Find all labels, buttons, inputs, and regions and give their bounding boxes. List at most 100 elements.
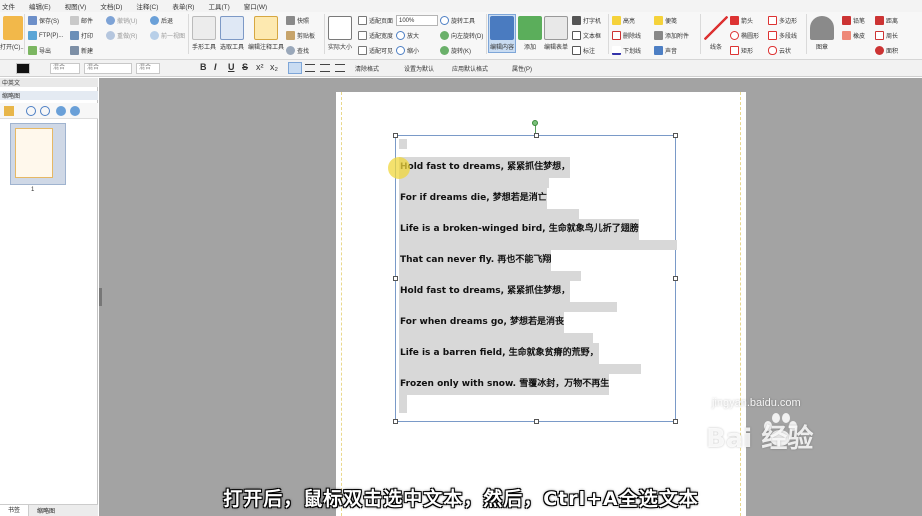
fit-width-button[interactable]: 适配宽度	[358, 31, 393, 40]
export-button[interactable]: 导出	[28, 46, 51, 55]
menu-form[interactable]: 表单(R)	[172, 1, 194, 11]
highlight-button[interactable]: 高亮	[612, 16, 635, 25]
rotation-handle[interactable]	[532, 120, 538, 126]
callout-button[interactable]: 标注	[572, 46, 595, 55]
eraser-button[interactable]: 橡皮	[842, 31, 865, 40]
zoom-in-thumb-icon[interactable]	[26, 106, 36, 116]
selected-text-box[interactable]: Hold fast to dreams, 紧紧抓住梦想， For if drea…	[393, 133, 678, 424]
align-left-button[interactable]	[288, 62, 302, 74]
resize-handle-w[interactable]	[393, 276, 398, 281]
resize-handle-sw[interactable]	[393, 419, 398, 424]
save-button[interactable]: 保存(S)	[28, 16, 59, 25]
back-button[interactable]: 后退	[150, 16, 173, 25]
underline-format-button[interactable]: U	[228, 62, 235, 72]
redo-button[interactable]: 重做(R)	[106, 31, 137, 40]
font-style-select[interactable]: 混合	[50, 63, 80, 74]
underline-button[interactable]: 下划线	[612, 46, 641, 55]
resize-handle-s[interactable]	[534, 419, 539, 424]
print-button[interactable]: 打印	[70, 31, 93, 40]
clipboard-button[interactable]: 剪贴板	[286, 31, 315, 40]
polygon-button[interactable]: 多边形	[768, 16, 797, 25]
area-button[interactable]: 面积	[875, 46, 898, 55]
typewriter-button[interactable]: 打字机	[572, 16, 601, 25]
menu-document[interactable]: 文档(D)	[100, 1, 122, 11]
open-button[interactable]: 打开(C)...	[0, 16, 25, 51]
menu-window[interactable]: 窗口(W)	[244, 1, 267, 11]
navigation-panel: 中英文 缩略图 1 书签 缩略图	[0, 78, 98, 516]
panel-tab[interactable]: 中英文	[0, 78, 98, 87]
italic-button[interactable]: I	[214, 62, 217, 72]
perimeter-button[interactable]: 周长	[875, 31, 898, 40]
stamp-button[interactable]: 图章	[810, 16, 834, 51]
polyline-button[interactable]: 多段线	[768, 31, 797, 40]
actual-size-button[interactable]: 实际大小	[328, 16, 352, 51]
rotate-tool-button[interactable]: 旋转工具	[440, 16, 475, 25]
textbox-button[interactable]: 文本框	[572, 31, 601, 40]
ftp-button[interactable]: FTP(P)...	[28, 31, 63, 40]
menu-edit[interactable]: 编辑(E)	[29, 1, 51, 11]
resize-handle-se[interactable]	[673, 419, 678, 424]
forward-button[interactable]: 前一视图	[150, 31, 185, 40]
snapshot-button[interactable]: 快照	[286, 16, 309, 25]
strike-format-button[interactable]: S	[242, 62, 248, 72]
font-size-select[interactable]: 混合	[136, 63, 160, 74]
panel-collapse-handle[interactable]	[99, 288, 102, 306]
edit-content-button[interactable]: 编辑内容	[488, 14, 517, 53]
bold-button[interactable]: B	[200, 62, 207, 72]
text-line: Hold fast to dreams, 紧紧抓住梦想，	[399, 157, 571, 178]
resize-handle-ne[interactable]	[673, 133, 678, 138]
edit-form-button[interactable]: 编辑表单	[544, 16, 568, 51]
undo-button[interactable]: 撤销(U)	[106, 16, 137, 25]
rotate-right-button[interactable]: 旋转(K)	[440, 46, 471, 55]
menu-view[interactable]: 视图(V)	[65, 1, 87, 11]
mail-button[interactable]: 邮件	[70, 16, 93, 25]
new-button[interactable]: 新建	[70, 46, 93, 55]
edit-content-icon	[490, 16, 514, 40]
zoom-out-button[interactable]: 缩小	[396, 46, 419, 55]
select-tool-button[interactable]: 选取工具	[220, 16, 244, 51]
rotate-thumb-icon[interactable]	[56, 106, 66, 116]
superscript-button[interactable]: x²	[256, 62, 264, 72]
align-right-button[interactable]	[320, 64, 330, 72]
rect-button[interactable]: 矩形	[730, 46, 753, 55]
cloud-button[interactable]: 云状	[768, 46, 791, 55]
line-button[interactable]: 线条	[704, 16, 728, 51]
find-button[interactable]: 查找	[286, 46, 309, 55]
arrow-button[interactable]: 箭头	[730, 16, 753, 25]
menu-bar: 文件 编辑(E) 视图(V) 文档(D) 注释(C) 表单(R) 工具(T) 窗…	[0, 0, 922, 12]
strikeout-button[interactable]: 删除线	[612, 31, 641, 40]
subscript-button[interactable]: x₂	[270, 62, 278, 72]
menu-tools[interactable]: 工具(T)	[208, 1, 229, 11]
use-default-button[interactable]: 应用默认格式	[452, 64, 488, 73]
menu-file[interactable]: 文件	[2, 1, 15, 11]
sound-button[interactable]: 声音	[654, 46, 677, 55]
page-thumbnail[interactable]	[10, 123, 66, 185]
set-default-button[interactable]: 设置为默认	[404, 64, 434, 73]
fit-page-button[interactable]: 适配页面	[358, 16, 393, 25]
font-select[interactable]: 混合	[84, 63, 132, 74]
zoom-in-button[interactable]: 放大	[396, 31, 419, 40]
align-center-button[interactable]	[305, 64, 315, 72]
note-button[interactable]: 便笺	[654, 16, 677, 25]
fit-visible-button[interactable]: 适配可见	[358, 46, 393, 55]
edit-annotation-tool-button[interactable]: 编辑注释工具	[248, 16, 284, 51]
text-color-swatch[interactable]	[16, 63, 30, 74]
rotate-left-button[interactable]: 向左旋转(D)	[440, 31, 483, 40]
resize-handle-n[interactable]	[534, 133, 539, 138]
rotate-thumb-right-icon[interactable]	[70, 106, 80, 116]
distance-button[interactable]: 距离	[875, 16, 898, 25]
attach-button[interactable]: 添加附件	[654, 31, 689, 40]
justify-button[interactable]	[335, 64, 345, 72]
menu-comment[interactable]: 注释(C)	[136, 1, 158, 11]
resize-handle-nw[interactable]	[393, 133, 398, 138]
clear-format-button[interactable]: 清除格式	[355, 64, 379, 73]
zoom-select[interactable]: 100%	[396, 15, 438, 26]
hand-tool-button[interactable]: 手形工具	[192, 16, 216, 51]
resize-handle-e[interactable]	[673, 276, 678, 281]
properties-button[interactable]: 属性(P)	[512, 64, 532, 73]
oval-button[interactable]: 椭圆形	[730, 31, 759, 40]
pencil-button[interactable]: 铅笔	[842, 16, 865, 25]
add-button[interactable]: 添加	[518, 16, 542, 51]
page-options-icon[interactable]	[4, 106, 14, 116]
zoom-out-thumb-icon[interactable]	[40, 106, 50, 116]
